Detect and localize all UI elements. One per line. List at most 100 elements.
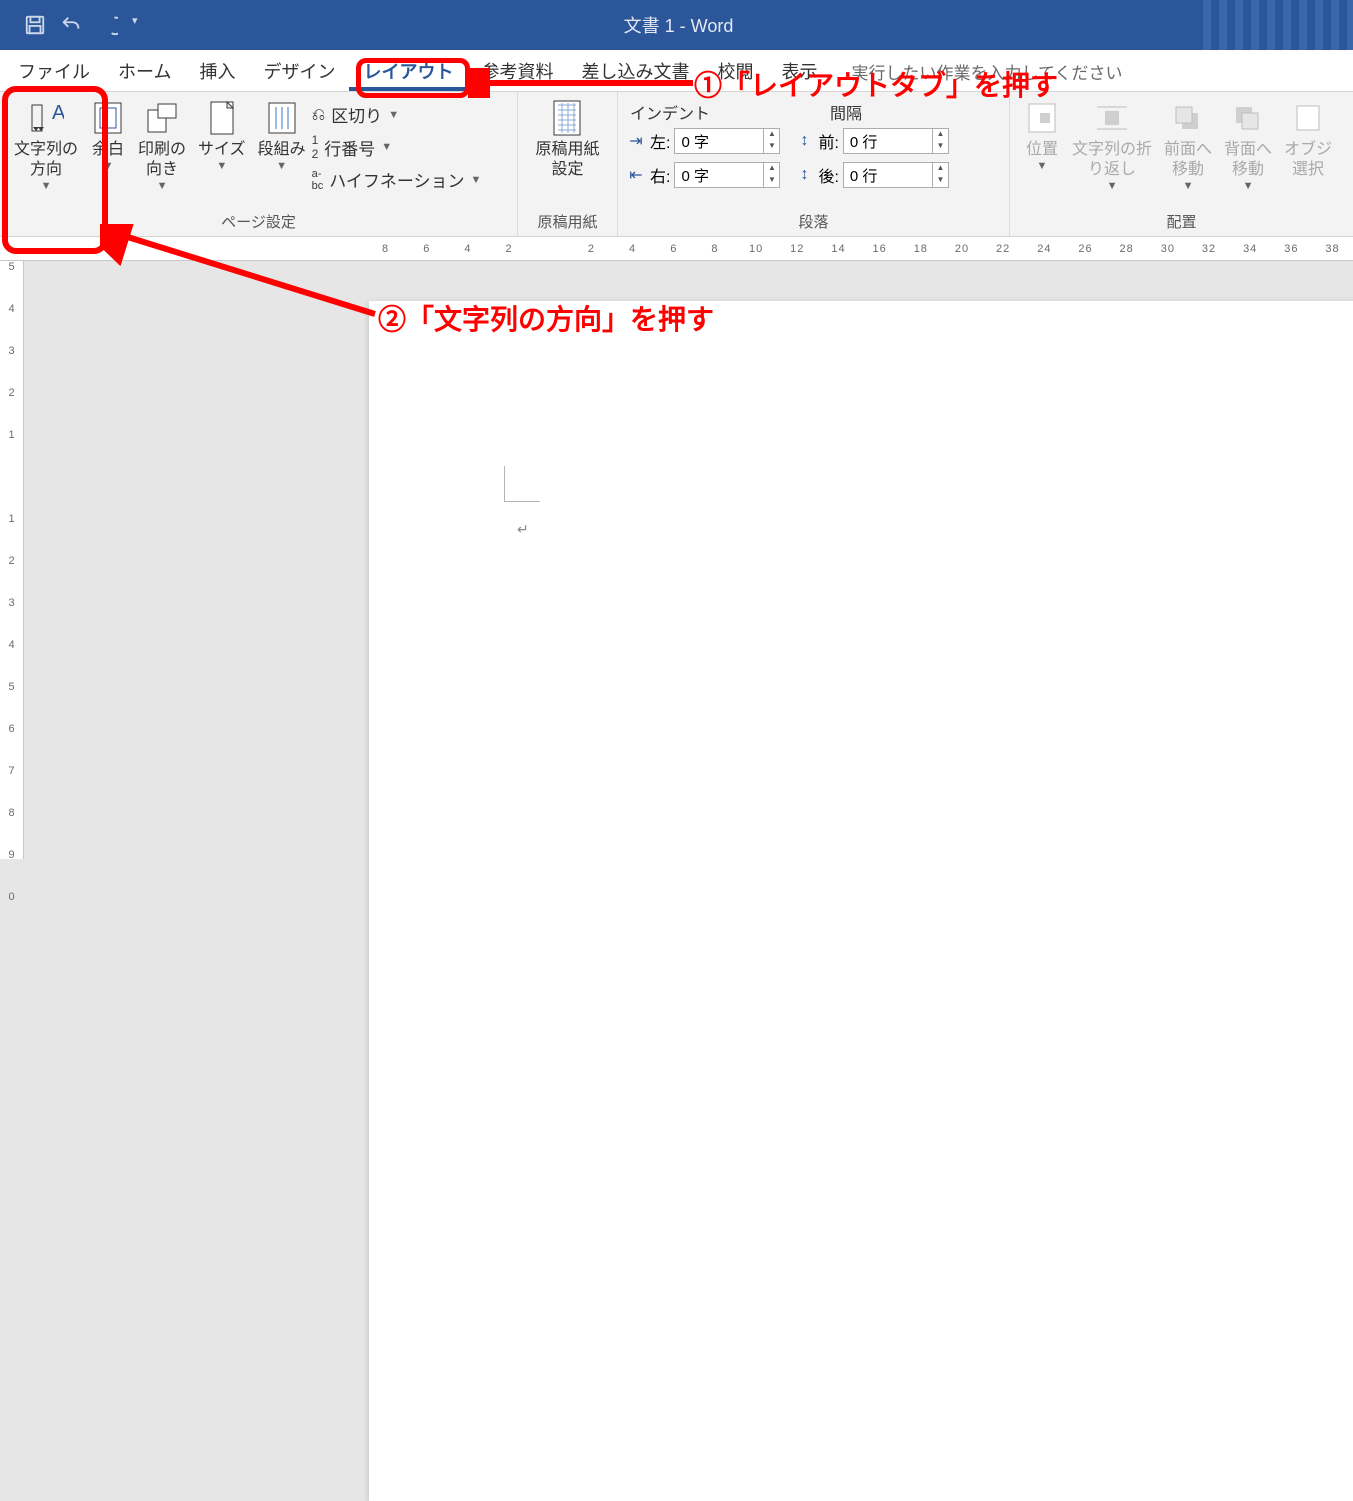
position-button[interactable]: 位置▼ <box>1018 98 1066 176</box>
bring-forward-button[interactable]: 前面へ 移動▼ <box>1158 98 1218 196</box>
tab-file[interactable]: ファイル <box>4 50 104 91</box>
annotation-text-2: ②「文字列の方向」を押す <box>378 298 714 338</box>
send-backward-button[interactable]: 背面へ 移動▼ <box>1218 98 1278 196</box>
document-area[interactable]: ↵ <box>24 261 1353 859</box>
group-label-page-setup: ページ設定 <box>0 209 517 236</box>
chevron-down-icon: ▼ <box>1107 180 1118 194</box>
text-direction-button[interactable]: A 文字列の 方向 ▼ <box>8 98 84 196</box>
ruler-tick: 26 <box>1065 243 1106 255</box>
position-label: 位置 <box>1026 140 1058 160</box>
ruler-tick: 28 <box>1106 243 1147 255</box>
ruler-tick: 4 <box>447 243 488 255</box>
ruler-tick: 6 <box>0 723 23 765</box>
tab-home[interactable]: ホーム <box>104 50 185 91</box>
spinner-up-icon[interactable]: ▲ <box>933 163 948 175</box>
tab-insert[interactable]: 挿入 <box>185 50 249 91</box>
spacing-before-spinner[interactable]: ▲▼ <box>843 128 949 154</box>
indent-left-spinner[interactable]: ▲▼ <box>674 128 780 154</box>
orientation-button[interactable]: 印刷の 向き ▼ <box>132 98 192 196</box>
tab-layout[interactable]: レイアウト <box>349 50 467 91</box>
ribbon-tabs: ファイル ホーム 挿入 デザイン レイアウト 参考資料 差し込み文書 校閲 表示… <box>0 50 1353 92</box>
spacing-after-spinner[interactable]: ▲▼ <box>843 162 949 188</box>
orientation-icon <box>144 100 180 136</box>
breaks-button[interactable]: ⎌区切り▼ <box>312 102 482 127</box>
bring-forward-label: 前面へ 移動 <box>1164 140 1212 180</box>
indent-left-label: 左: <box>650 129 670 153</box>
customize-qa-icon[interactable]: ▾ <box>132 14 154 36</box>
group-arrange: 位置▼ 文字列の折 り返し▼ 前面へ 移動▼ 背面へ 移動▼ オブジ 選択 配置 <box>1010 92 1353 236</box>
ms-paper-label: 原稿用紙 設定 <box>535 140 599 180</box>
ruler-tick: 10 <box>736 243 777 255</box>
indent-left-input[interactable] <box>675 129 763 153</box>
ruler-tick: 5 <box>0 681 23 723</box>
size-label: サイズ <box>198 140 246 160</box>
redo-icon[interactable] <box>96 14 118 36</box>
chevron-down-icon: ▼ <box>157 180 168 194</box>
chevron-down-icon: ▼ <box>1183 180 1194 194</box>
tab-references[interactable]: 参考資料 <box>467 50 567 91</box>
chevron-down-icon: ▼ <box>1243 180 1254 194</box>
columns-label: 段組み <box>258 140 306 160</box>
text-direction-icon: A <box>28 100 64 136</box>
paragraph-mark-icon: ↵ <box>517 521 529 538</box>
tab-mailings[interactable]: 差し込み文書 <box>567 50 703 91</box>
svg-text:A: A <box>52 102 64 124</box>
size-button[interactable]: サイズ ▼ <box>192 98 252 176</box>
page[interactable]: ↵ <box>369 301 1353 1501</box>
tab-design[interactable]: デザイン <box>249 50 349 91</box>
ms-paper-button[interactable]: 原稿用紙 設定 <box>529 98 605 182</box>
wrap-button[interactable]: 文字列の折 り返し▼ <box>1066 98 1158 196</box>
spinner-down-icon[interactable]: ▼ <box>764 141 779 153</box>
margins-label: 余白 <box>92 140 124 160</box>
indent-right-input[interactable] <box>675 163 763 187</box>
spacing-after-label: 後: <box>818 163 838 187</box>
chevron-down-icon: ▼ <box>103 160 114 174</box>
ruler-tick: 22 <box>983 243 1024 255</box>
wrap-icon <box>1094 100 1130 136</box>
group-label-arrange: 配置 <box>1010 209 1353 236</box>
ruler-tick: 4 <box>612 243 653 255</box>
chevron-down-icon: ▼ <box>1037 160 1048 174</box>
ruler-tick: 30 <box>1147 243 1188 255</box>
spacing-before-input[interactable] <box>844 129 932 153</box>
hyphenation-button[interactable]: a-bcハイフネーション▼ <box>312 167 482 192</box>
ruler-tick: 24 <box>1024 243 1065 255</box>
undo-icon[interactable] <box>60 14 82 36</box>
spinner-down-icon[interactable]: ▼ <box>764 175 779 187</box>
spinner-up-icon[interactable]: ▲ <box>764 129 779 141</box>
ruler-tick: 32 <box>1188 243 1229 255</box>
chevron-down-icon: ▼ <box>41 180 52 194</box>
ruler-tick: 8 <box>0 807 23 849</box>
spinner-up-icon[interactable]: ▲ <box>764 163 779 175</box>
ruler-tick <box>0 471 23 513</box>
columns-button[interactable]: 段組み ▼ <box>252 98 312 176</box>
spinner-down-icon[interactable]: ▼ <box>933 141 948 153</box>
indent-right-spinner[interactable]: ▲▼ <box>674 162 780 188</box>
spinner-up-icon[interactable]: ▲ <box>933 129 948 141</box>
spacing-before-icon: ↕ <box>794 132 814 150</box>
line-numbers-label: 行番号 <box>324 135 375 160</box>
save-icon[interactable] <box>24 14 46 36</box>
line-numbers-button[interactable]: 12行番号▼ <box>312 133 482 161</box>
group-paragraph: インデント 間隔 ⇥ 左: ▲▼ ⇤ 右: ▲▼ <box>618 92 1010 236</box>
ruler-tick: 2 <box>0 555 23 597</box>
margins-button[interactable]: 余白 ▼ <box>84 98 132 176</box>
horizontal-ruler[interactable]: 86422468101214161820222426283032343638 <box>0 237 1353 261</box>
ruler-tick: 36 <box>1271 243 1312 255</box>
spacing-after-input[interactable] <box>844 163 932 187</box>
ruler-tick: 4 <box>0 303 23 345</box>
selection-pane-button[interactable]: オブジ 選択 <box>1278 98 1338 182</box>
group-label-ms-paper: 原稿用紙 <box>518 209 617 236</box>
ruler-tick: 16 <box>859 243 900 255</box>
hyphenation-icon: a-bc <box>312 168 324 192</box>
ruler-tick: 3 <box>0 597 23 639</box>
vertical-ruler[interactable]: 543211234567890 <box>0 261 24 859</box>
ms-paper-icon <box>549 100 585 136</box>
group-ms-paper: 原稿用紙 設定 原稿用紙 <box>518 92 618 236</box>
spacing-before-label: 前: <box>818 129 838 153</box>
ruler-tick: 18 <box>900 243 941 255</box>
position-icon <box>1024 100 1060 136</box>
annotation-text-1: ①「レイアウトタブ」を押す <box>694 64 1058 104</box>
ruler-tick: 0 <box>0 891 23 933</box>
spinner-down-icon[interactable]: ▼ <box>933 175 948 187</box>
